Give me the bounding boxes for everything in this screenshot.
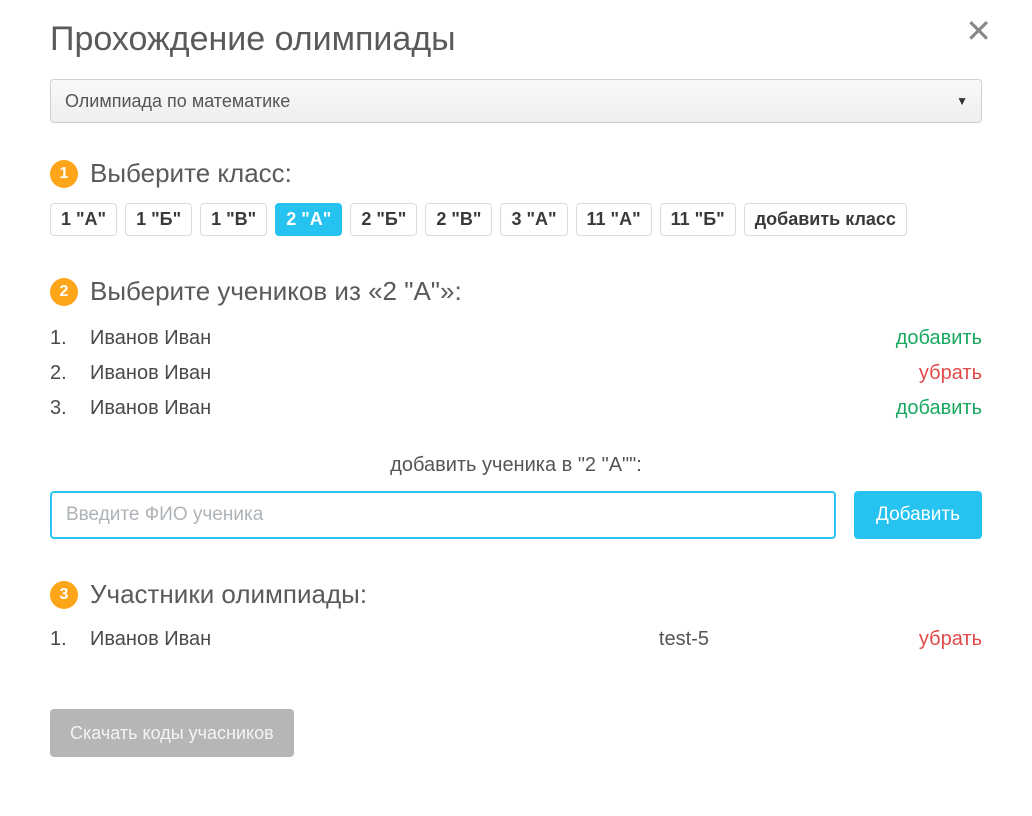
participant-name: Иванов Иван xyxy=(90,628,659,651)
step2-badge: 2 xyxy=(50,278,78,306)
student-name: Иванов Иван xyxy=(90,397,896,420)
student-name: Иванов Иван xyxy=(90,327,896,350)
add-student-button[interactable]: Добавить xyxy=(854,491,982,539)
student-number: 1. xyxy=(50,327,90,350)
olympiad-modal: ✕ Прохождение олимпиады Олимпиада по мат… xyxy=(50,20,982,757)
class-button[interactable]: 1 "Б" xyxy=(125,203,192,236)
step1-title: Выберите класс: xyxy=(90,158,292,189)
class-button[interactable]: 3 "А" xyxy=(500,203,567,236)
participant-number: 1. xyxy=(50,628,90,651)
olympiad-select[interactable]: Олимпиада по математике xyxy=(50,79,982,123)
add-class-button[interactable]: добавить класс xyxy=(744,203,907,236)
step2-title: Выберите учеников из «2 "А"»: xyxy=(90,276,462,307)
class-button[interactable]: 11 "Б" xyxy=(660,203,736,236)
student-number: 3. xyxy=(50,397,90,420)
class-button[interactable]: 2 "Б" xyxy=(350,203,417,236)
remove-link[interactable]: убрать xyxy=(919,628,982,651)
participant-code: test-5 xyxy=(659,628,919,651)
student-row: 2.Иванов Иванубрать xyxy=(50,356,982,391)
add-student-row: Добавить xyxy=(50,491,982,539)
student-number: 2. xyxy=(50,362,90,385)
class-button[interactable]: 1 "В" xyxy=(200,203,267,236)
student-row: 1.Иванов Ивандобавить xyxy=(50,321,982,356)
student-row: 3.Иванов Ивандобавить xyxy=(50,391,982,426)
step3-title: Участники олимпиады: xyxy=(90,579,367,610)
student-name: Иванов Иван xyxy=(90,362,919,385)
remove-link[interactable]: убрать xyxy=(919,362,982,385)
download-codes-button[interactable]: Скачать коды учасников xyxy=(50,709,294,757)
step3-header: 3 Участники олимпиады: xyxy=(50,579,982,610)
class-button[interactable]: 1 "А" xyxy=(50,203,117,236)
modal-title: Прохождение олимпиады xyxy=(50,20,982,59)
step2-header: 2 Выберите учеников из «2 "А"»: xyxy=(50,276,982,307)
student-list: 1.Иванов Ивандобавить2.Иванов Иванубрать… xyxy=(50,321,982,426)
olympiad-select-wrap: Олимпиада по математике ▼ xyxy=(50,79,982,123)
class-button[interactable]: 11 "А" xyxy=(576,203,652,236)
step1-badge: 1 xyxy=(50,160,78,188)
add-link[interactable]: добавить xyxy=(896,327,982,350)
class-selector-row: 1 "А"1 "Б"1 "В"2 "А"2 "Б"2 "В"3 "А" 11 "А… xyxy=(50,203,982,236)
class-button[interactable]: 2 "А" xyxy=(275,203,342,236)
step1-header: 1 Выберите класс: xyxy=(50,158,982,189)
add-link[interactable]: добавить xyxy=(896,397,982,420)
step3-badge: 3 xyxy=(50,581,78,609)
add-student-label: добавить ученика в "2 "А"": xyxy=(50,454,982,477)
class-button[interactable]: 2 "В" xyxy=(425,203,492,236)
participant-row: 1.Иванов Иванtest-5убрать xyxy=(50,622,982,657)
participant-list: 1.Иванов Иванtest-5убрать xyxy=(50,622,982,657)
close-icon[interactable]: ✕ xyxy=(965,15,992,47)
fio-input[interactable] xyxy=(50,491,836,539)
